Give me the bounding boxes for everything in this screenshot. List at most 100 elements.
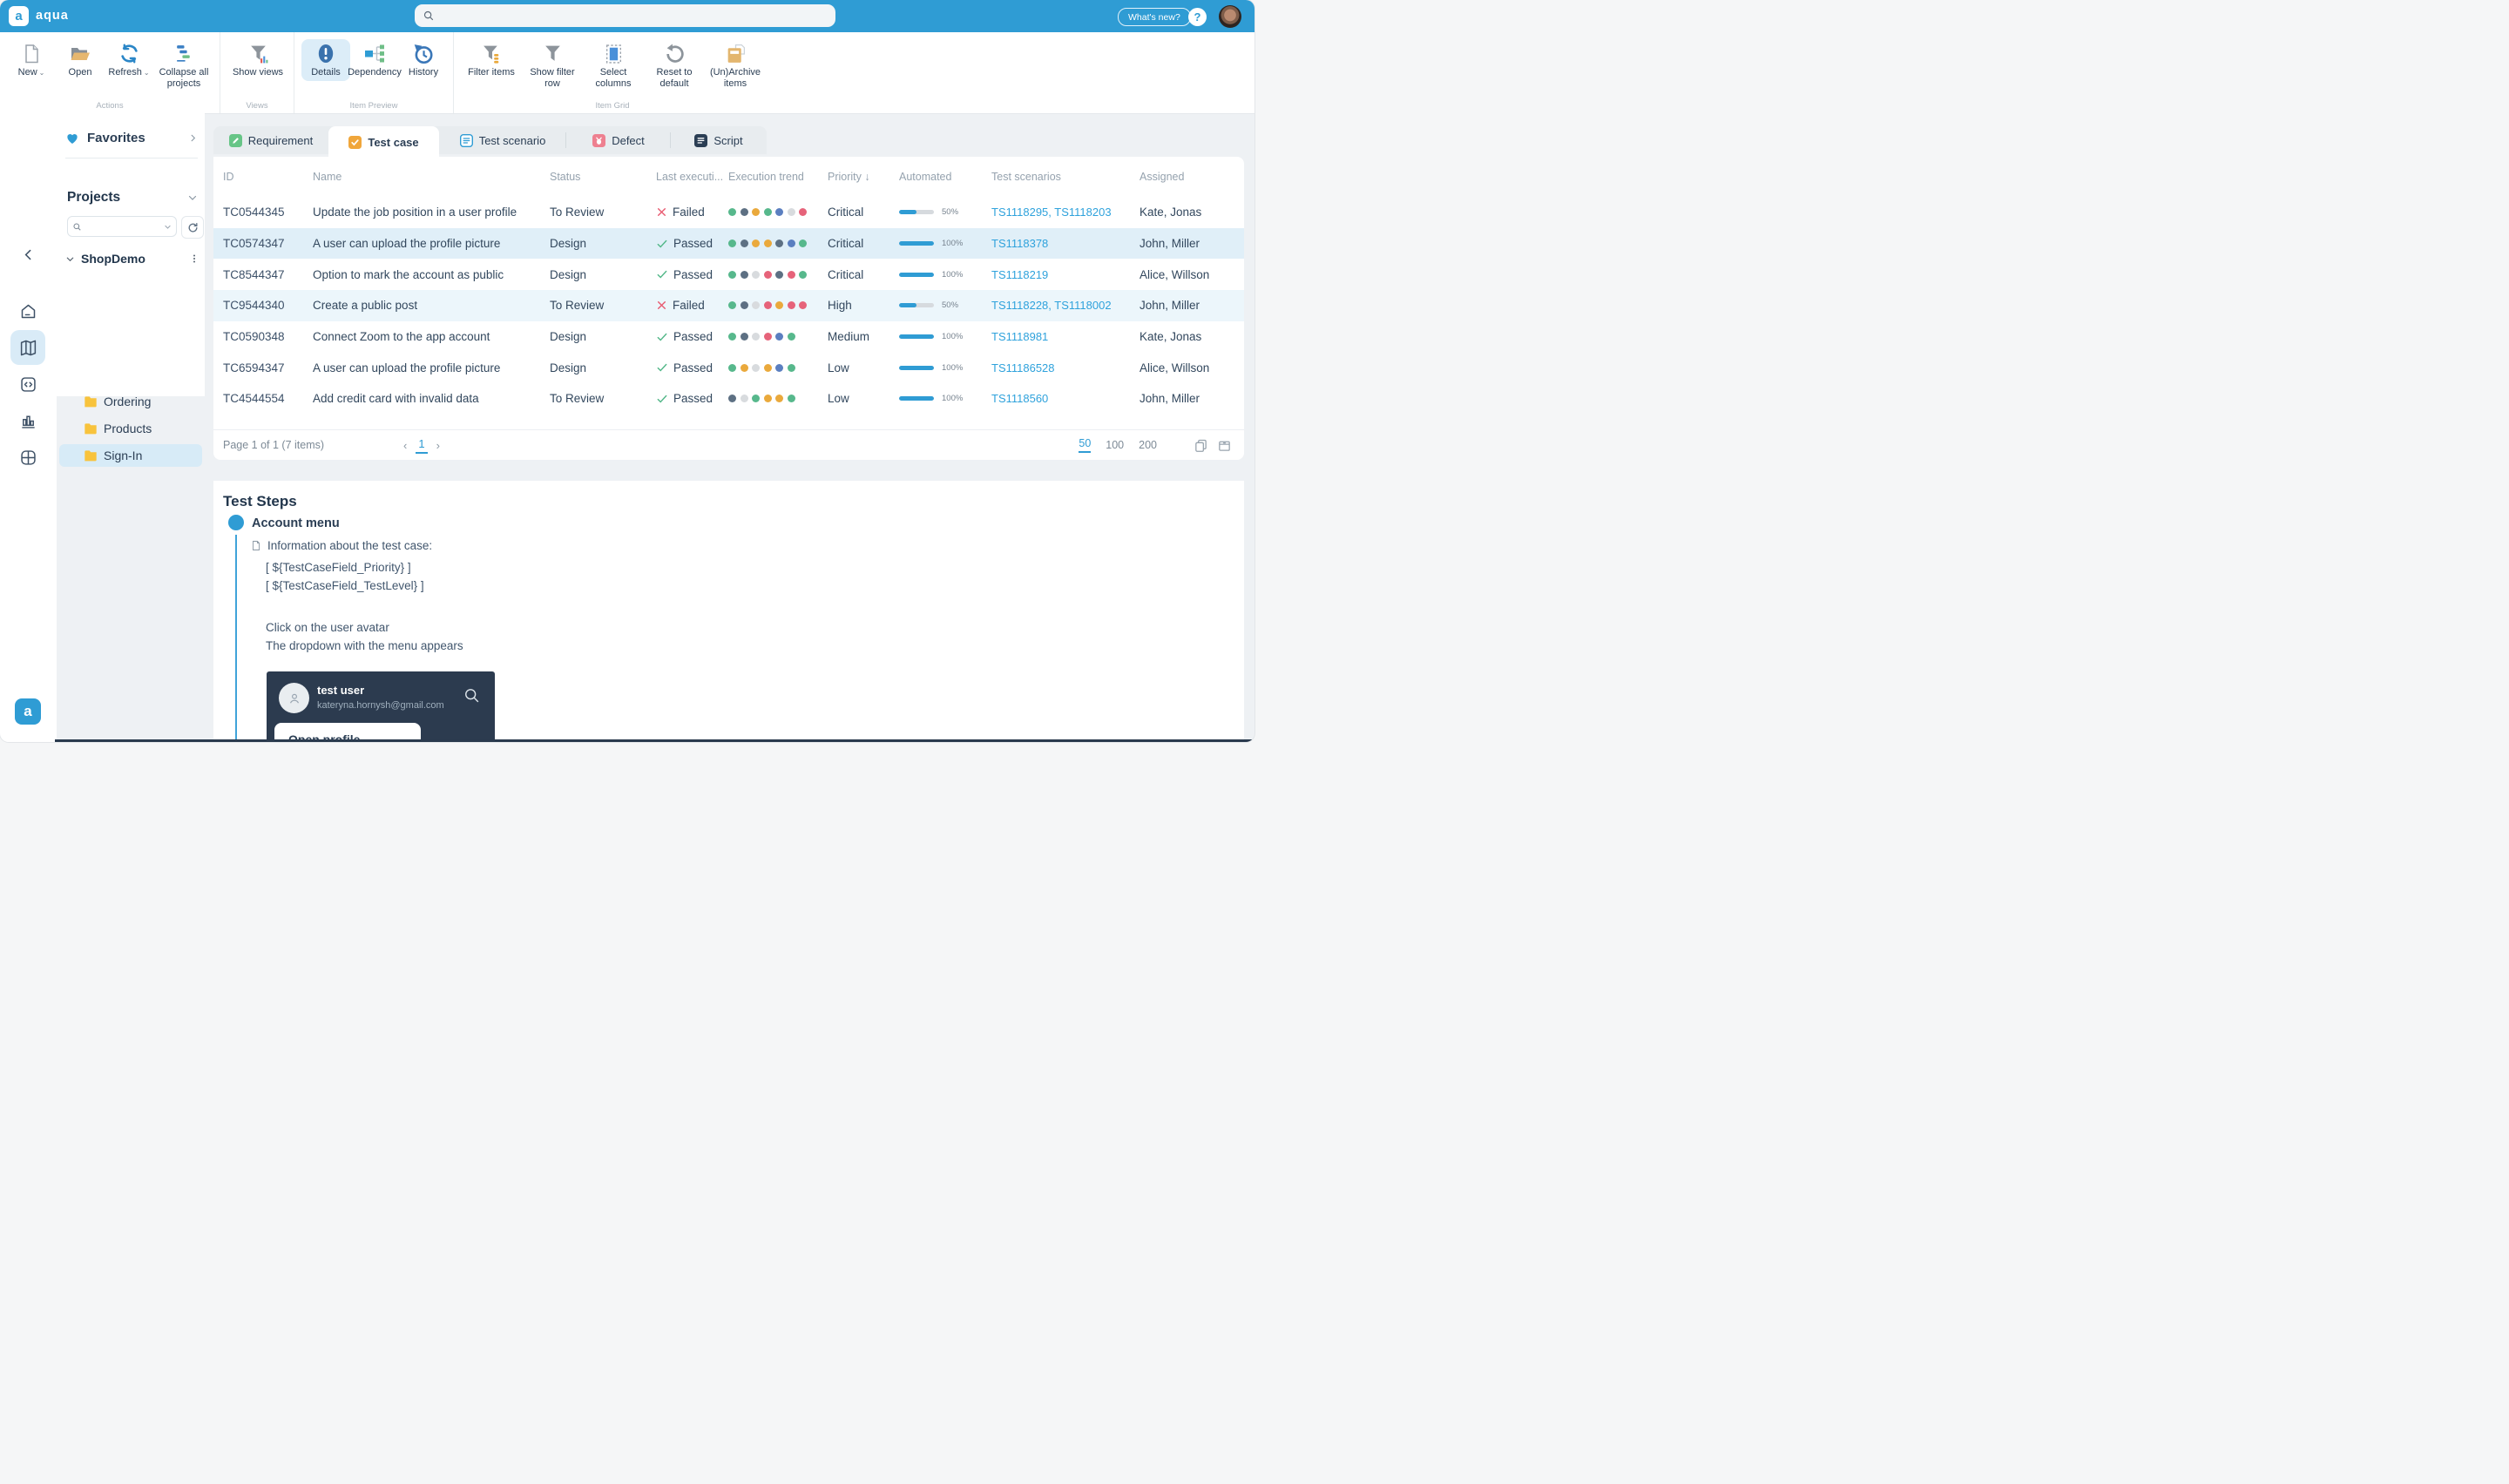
tree-node-shopdemo[interactable]: ShopDemo	[65, 248, 200, 269]
trend-dot-icon	[728, 301, 736, 309]
details-button[interactable]: Details	[301, 39, 350, 81]
cell-execution-trend	[728, 268, 828, 281]
cell-id: TC0590348	[223, 330, 313, 343]
trend-dot-icon	[799, 301, 807, 309]
tab-label: Test case	[368, 136, 418, 149]
global-search-input[interactable]	[415, 4, 835, 27]
cell-execution-trend	[728, 330, 828, 343]
cell-test-scenarios-link[interactable]: TS1118378	[991, 237, 1140, 250]
cell-test-scenarios-link[interactable]: TS11186528	[991, 361, 1140, 374]
column-header-test-scenarios[interactable]: Test scenarios	[991, 171, 1140, 183]
cell-name: Create a public post	[313, 299, 550, 312]
passed-check-icon	[656, 331, 668, 343]
chevron-down-icon[interactable]	[187, 192, 198, 203]
trend-dot-icon	[788, 208, 795, 216]
reports-chart-icon[interactable]	[10, 403, 45, 438]
dashboard-grid-icon[interactable]	[10, 440, 45, 475]
step-bullet-icon[interactable]	[228, 515, 244, 530]
table-row[interactable]: TC4544554Add credit card with invalid da…	[213, 383, 1244, 415]
cell-priority: Low	[828, 361, 899, 374]
history-button[interactable]: History	[399, 39, 448, 81]
trend-dot-icon	[728, 271, 736, 279]
aqua-logo-icon[interactable]: a	[9, 6, 29, 26]
chevron-down-icon[interactable]	[164, 223, 172, 231]
last-execution-label: Passed	[673, 237, 713, 250]
tab-script[interactable]: Script	[671, 126, 767, 154]
step-screenshot: test user kateryna.hornysh@gmail.com Ope…	[267, 671, 495, 742]
table-row[interactable]: TC0590348Connect Zoom to the app account…	[213, 321, 1244, 353]
cell-test-scenarios-link[interactable]: TS1118228, TS1118002	[991, 299, 1140, 312]
show-filter-row-button[interactable]: Show filter row	[522, 39, 583, 91]
cell-last-execution: Passed	[656, 268, 728, 281]
collapse-all-projects-button[interactable]: Collapse all projects	[153, 39, 214, 91]
select-columns-button[interactable]: Select columns	[583, 39, 644, 91]
column-header-status[interactable]: Status	[550, 171, 656, 183]
tab-test-scenario[interactable]: Test scenario	[439, 126, 566, 154]
chevron-right-icon[interactable]	[188, 133, 198, 143]
new-button[interactable]: New⌄	[7, 39, 56, 81]
page-size-100[interactable]: 100	[1106, 439, 1124, 451]
cell-test-scenarios-link[interactable]: TS1118981	[991, 330, 1140, 343]
column-header-execution-trend[interactable]: Execution trend	[728, 171, 828, 183]
tab-defect[interactable]: Defect	[566, 126, 671, 154]
table-row[interactable]: TC8544347Option to mark the account as p…	[213, 259, 1244, 290]
tab-requirement[interactable]: Requirement	[213, 126, 328, 154]
column-header-automated[interactable]: Automated	[899, 171, 991, 183]
trend-dot-icon	[752, 208, 760, 216]
projects-map-icon[interactable]	[10, 330, 45, 365]
whats-new-button[interactable]: What's new?	[1118, 8, 1191, 26]
copy-pages-icon[interactable]	[1194, 438, 1208, 453]
table-row[interactable]: TC9544340Create a public postTo ReviewFa…	[213, 290, 1244, 321]
archive-view-icon[interactable]	[1217, 438, 1232, 453]
collapse-sidebar-chevron-icon[interactable]	[10, 237, 45, 272]
trend-dot-icon	[741, 364, 748, 372]
column-header-name[interactable]: Name	[313, 171, 550, 183]
cell-test-scenarios-link[interactable]: TS1118219	[991, 268, 1140, 281]
dependency-button[interactable]: Dependency	[350, 39, 399, 81]
show-views-button[interactable]: Show views	[227, 39, 288, 81]
failed-cross-icon	[656, 206, 667, 218]
cell-assigned: Alice, Willson	[1140, 268, 1244, 281]
filter-items-button[interactable]: Filter items	[461, 39, 522, 81]
project-search-input[interactable]	[67, 216, 177, 237]
project-refresh-button[interactable]	[181, 216, 204, 239]
home-icon[interactable]	[10, 293, 45, 328]
user-avatar[interactable]	[1219, 5, 1241, 28]
tab-label: Script	[713, 134, 742, 147]
chevron-down-icon[interactable]	[65, 254, 75, 264]
tab-test-case[interactable]: Test case	[328, 126, 439, 158]
prev-page-button[interactable]: ‹	[403, 439, 407, 452]
screenshot-user-email: kateryna.hornysh@gmail.com	[317, 700, 444, 711]
page-size-50[interactable]: 50	[1079, 437, 1091, 453]
step-description-line: Click on the user avatar	[266, 618, 463, 637]
column-header-priority[interactable]: Priority ↓	[828, 171, 899, 183]
reset-to-default-button[interactable]: Reset to default	[644, 39, 705, 91]
column-header-id[interactable]: ID	[223, 171, 313, 183]
table-row[interactable]: TC0544345Update the job position in a us…	[213, 197, 1244, 228]
trend-dot-icon	[764, 364, 772, 372]
step-title[interactable]: Account menu	[252, 516, 340, 530]
next-page-button[interactable]: ›	[436, 439, 440, 452]
current-page[interactable]: 1	[416, 437, 427, 454]
funnel-plain-icon	[542, 42, 564, 65]
page-size-200[interactable]: 200	[1139, 439, 1157, 451]
kebab-menu-icon[interactable]	[189, 253, 200, 265]
open-button[interactable]: Open	[56, 39, 105, 81]
cell-test-scenarios-link[interactable]: TS1118295, TS1118203	[991, 206, 1140, 219]
column-header-last-executi[interactable]: Last executi...	[656, 171, 728, 183]
tree-item-products[interactable]: Products	[59, 417, 202, 440]
trend-dot-icon	[752, 239, 760, 247]
table-row[interactable]: TC6594347A user can upload the profile p…	[213, 352, 1244, 383]
trend-dot-icon	[764, 395, 772, 402]
table-row[interactable]: TC0574347A user can upload the profile p…	[213, 228, 1244, 260]
un-archive-items-button[interactable]: (Un)Archive items	[705, 39, 766, 91]
trend-dot-icon	[752, 301, 760, 309]
cell-test-scenarios-link[interactable]: TS1118560	[991, 392, 1140, 405]
app-header: a aqua What's new? ?	[0, 0, 1254, 32]
tree-item-sign-in[interactable]: Sign-In	[59, 444, 202, 467]
help-icon[interactable]: ?	[1188, 8, 1207, 26]
tree-item-ordering[interactable]: Ordering	[59, 390, 202, 413]
refresh-button[interactable]: Refresh⌄	[105, 39, 153, 81]
column-header-assigned[interactable]: Assigned	[1140, 171, 1244, 183]
scripts-code-icon[interactable]	[10, 367, 45, 401]
